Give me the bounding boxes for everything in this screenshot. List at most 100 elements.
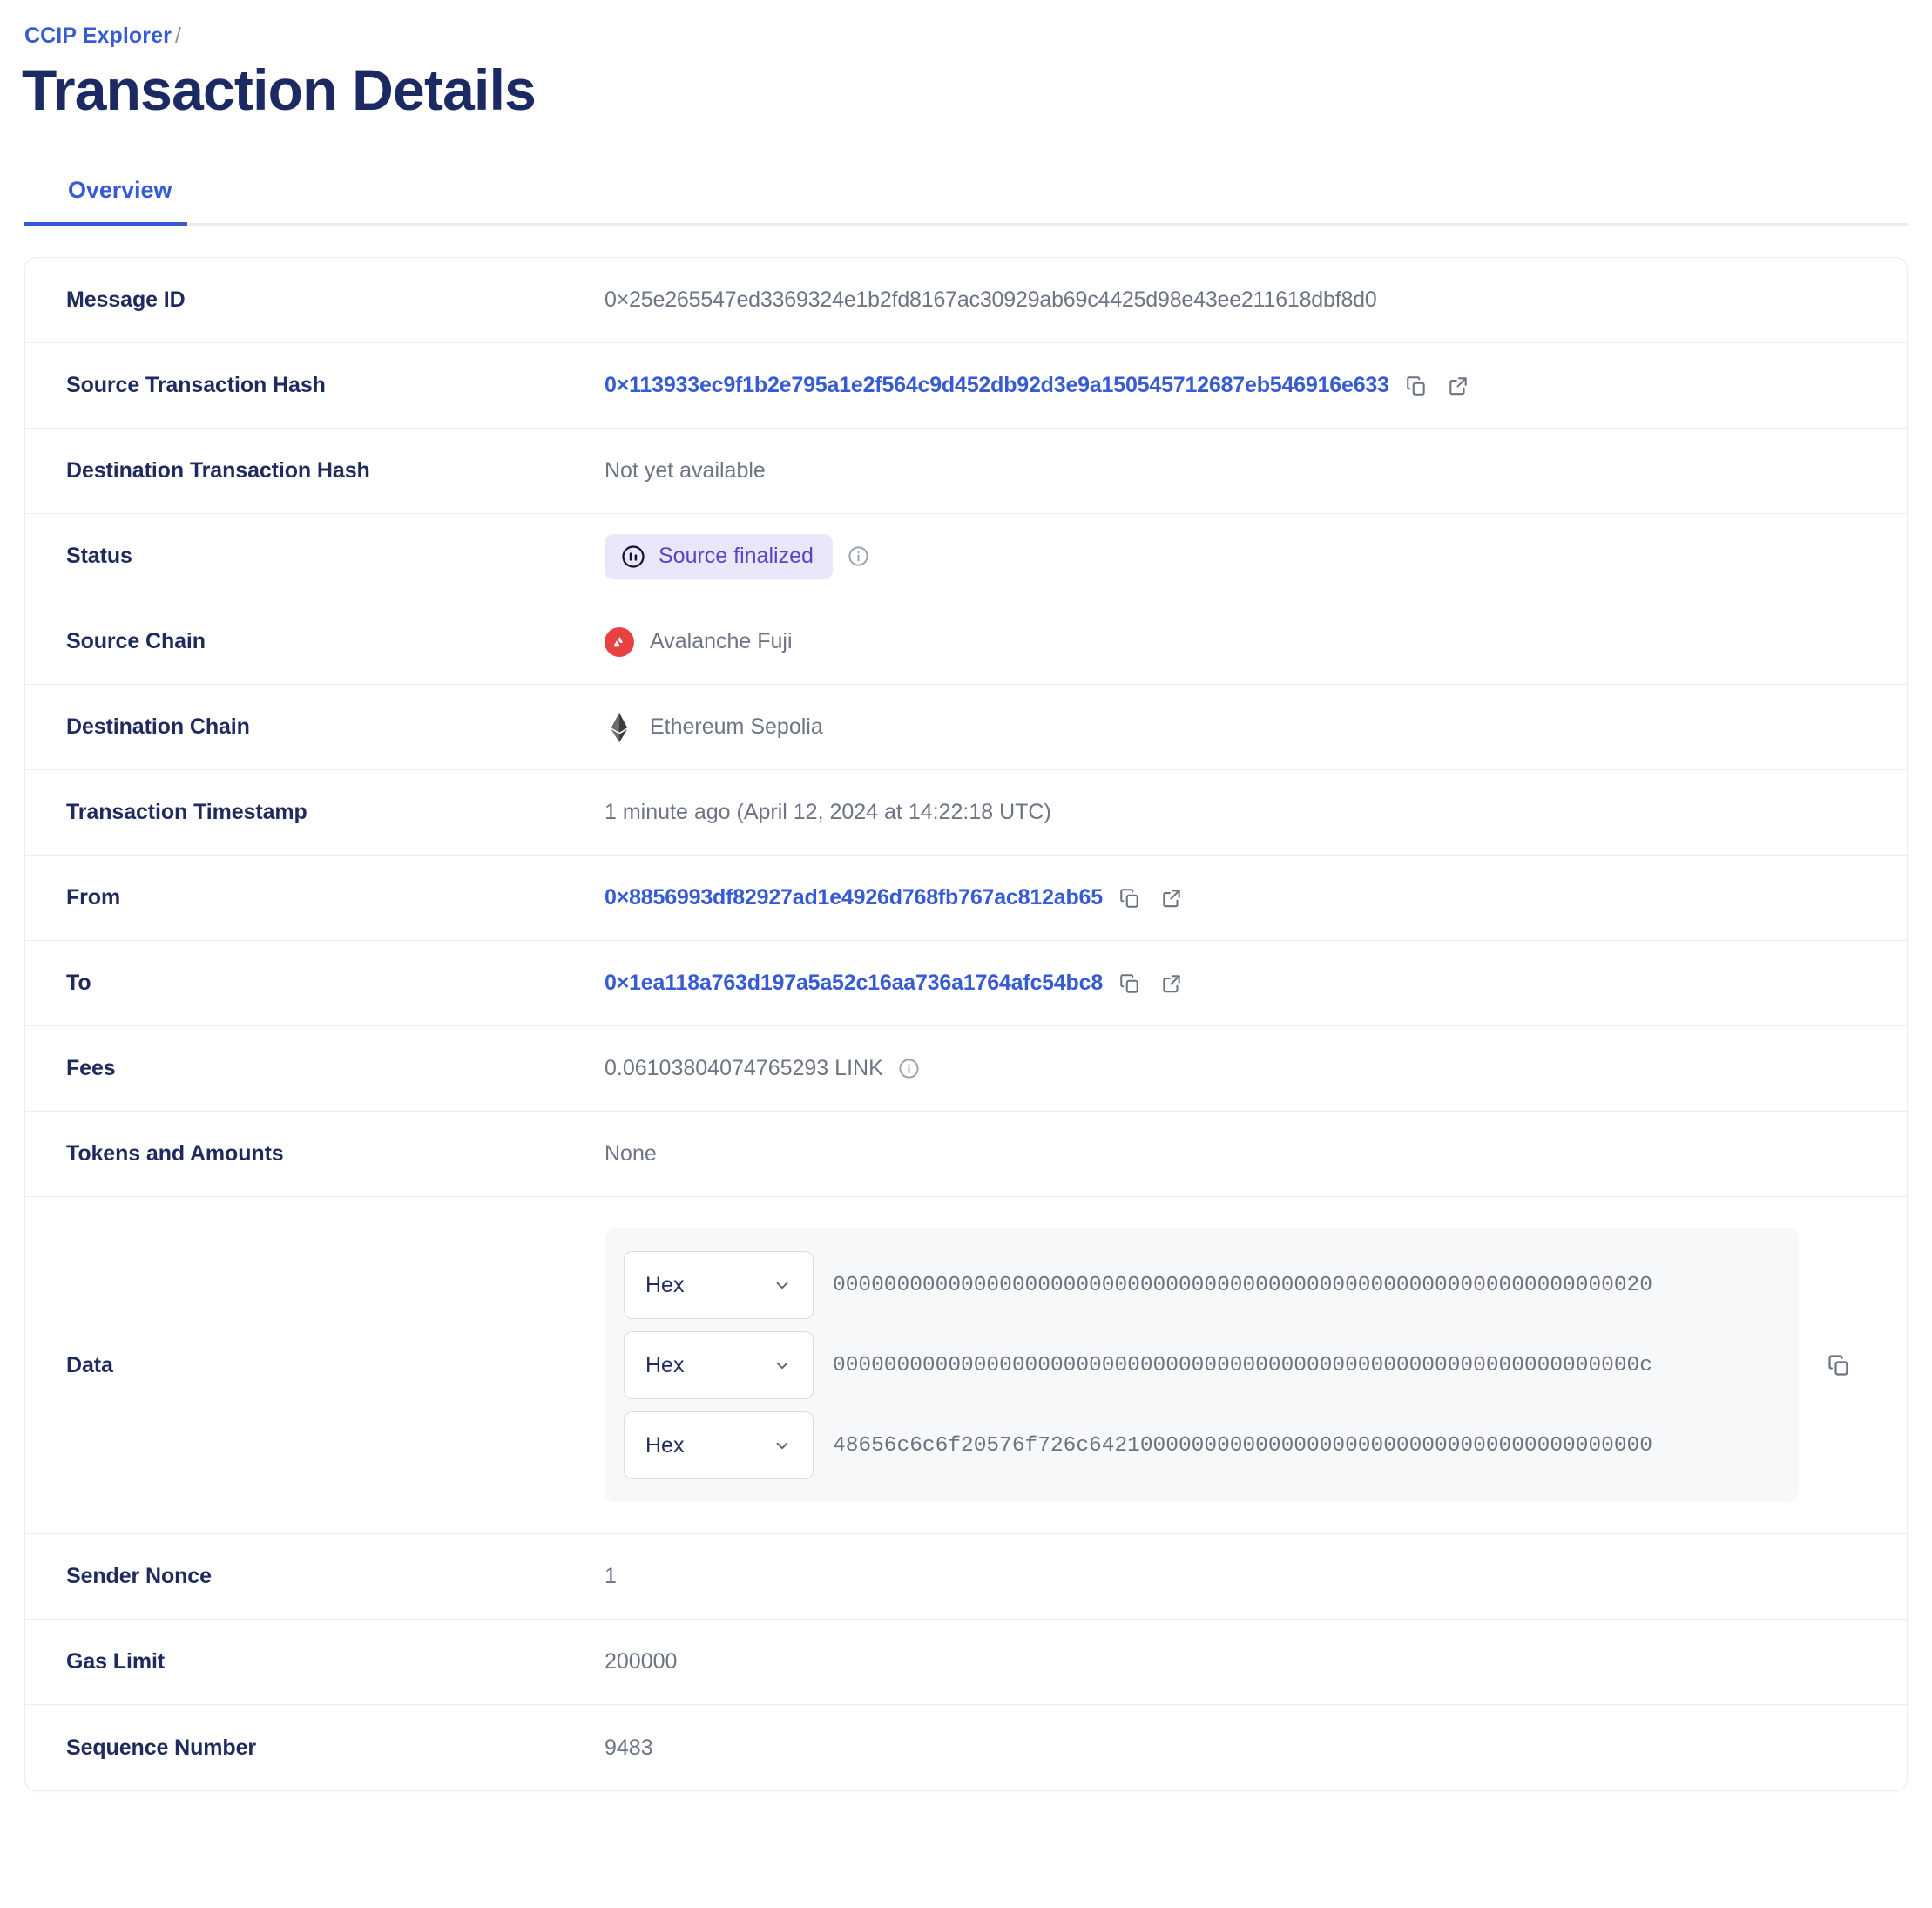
transaction-details-page: CCIP Explorer / Transaction Details Overv… [0, 0, 1932, 1792]
data-format-value: Hex [645, 1272, 685, 1297]
page-title: Transaction Details [22, 58, 537, 122]
avalanche-icon [605, 626, 634, 657]
row-fees: Fees 0.06103804074765293 LINK [25, 1026, 1907, 1113]
label-to: To [66, 971, 91, 996]
value-sequence-number-cell: 9483 [605, 1735, 1907, 1761]
row-transaction-timestamp: Transaction Timestamp 1 minute ago (Apri… [25, 770, 1907, 856]
data-hex-value: 48656c6c6f20576f726c64210000000000000000… [833, 1433, 1652, 1458]
status-badge: Source finalized [605, 533, 833, 579]
info-icon[interactable] [847, 545, 871, 569]
label-transaction-timestamp: Transaction Timestamp [66, 800, 307, 825]
value-sender-nonce: 1 [605, 1564, 617, 1589]
row-sender-nonce: Sender Nonce 1 [25, 1534, 1907, 1620]
label-message-id: Message ID [66, 288, 186, 313]
copy-icon[interactable] [1402, 371, 1431, 401]
data-panel: Hex 000000000000000000000000000000000000… [605, 1228, 1799, 1503]
link-source-transaction-hash[interactable]: 0×113933ec9f1b2e795a1e2f564c9d452db92d3e… [605, 373, 1389, 398]
value-destination-chain-cell: Ethereum Sepolia [605, 712, 1907, 742]
data-line: Hex 000000000000000000000000000000000000… [624, 1251, 1799, 1320]
value-to-cell: 0×1ea118a763d197a5a52c16aa736a1764afc54b… [605, 969, 1907, 998]
link-to-address[interactable]: 0×1ea118a763d197a5a52c16aa736a1764afc54b… [605, 971, 1103, 996]
destination-chain-label: Ethereum Sepolia [650, 714, 823, 740]
destination-chain: Ethereum Sepolia [605, 712, 823, 742]
data-line: Hex 000000000000000000000000000000000000… [624, 1331, 1799, 1400]
data-format-value: Hex [645, 1352, 685, 1377]
pause-circle-icon [620, 544, 646, 570]
copy-icon[interactable] [1115, 969, 1145, 998]
link-from-address[interactable]: 0×8856993df82927ad1e4926d768fb767ac812ab… [605, 885, 1103, 910]
row-data: Data Hex 0000000000000000000000000000000… [25, 1197, 1907, 1535]
data-format-value: Hex [645, 1432, 685, 1458]
data-line: Hex 48656c6c6f20576f726c6421000000000000… [624, 1411, 1799, 1480]
chevron-down-icon [773, 1356, 792, 1375]
row-destination-transaction-hash: Destination Transaction Hash Not yet ava… [25, 429, 1907, 515]
copy-icon[interactable] [1115, 883, 1145, 913]
value-sequence-number: 9483 [605, 1735, 653, 1760]
breadcrumb: CCIP Explorer / [0, 23, 1932, 49]
tab-bar: Overview [0, 177, 1932, 227]
label-destination-chain: Destination Chain [66, 714, 250, 740]
label-source-chain: Source Chain [66, 629, 206, 654]
breadcrumb-link-ccip-explorer[interactable]: CCIP Explorer [24, 24, 172, 48]
value-destination-transaction-hash: Not yet available [605, 458, 766, 484]
label-status: Status [66, 544, 132, 569]
row-sequence-number: Sequence Number 9483 [25, 1705, 1907, 1790]
info-icon[interactable] [897, 1057, 922, 1081]
external-link-icon[interactable] [1157, 969, 1186, 998]
value-fees: 0.06103804074765293 LINK [605, 1056, 883, 1081]
value-tokens-and-amounts: None [605, 1141, 657, 1167]
data-format-select[interactable]: Hex [624, 1251, 814, 1320]
row-gas-limit: Gas Limit 200000 [25, 1620, 1907, 1706]
value-transaction-timestamp-cell: 1 minute ago (April 12, 2024 at 14:22:18… [605, 800, 1907, 825]
copy-icon[interactable] [1821, 1353, 1856, 1377]
value-from-cell: 0×8856993df82927ad1e4926d768fb767ac812ab… [605, 883, 1907, 913]
status-wrap: Source finalized [605, 533, 871, 579]
value-gas-limit-cell: 200000 [605, 1649, 1907, 1675]
external-link-icon[interactable] [1157, 883, 1186, 913]
value-destination-transaction-hash-cell: Not yet available [605, 458, 1907, 484]
data-hex-value: 0000000000000000000000000000000000000000… [833, 1273, 1652, 1297]
data-format-select[interactable]: Hex [624, 1331, 814, 1400]
row-message-id: Message ID 0×25e265547ed3369324e1b2fd816… [25, 258, 1907, 344]
row-source-transaction-hash: Source Transaction Hash 0×113933ec9f1b2e… [25, 343, 1907, 430]
transaction-details-card: Message ID 0×25e265547ed3369324e1b2fd816… [24, 257, 1908, 1792]
row-to: To 0×1ea118a763d197a5a52c16aa736a1764afc… [25, 941, 1907, 1027]
row-status: Status Source finalized [25, 514, 1907, 600]
value-gas-limit: 200000 [605, 1649, 678, 1675]
row-from: From 0×8856993df82927ad1e4926d768fb767ac… [25, 856, 1907, 942]
value-message-id: 0×25e265547ed3369324e1b2fd8167ac30929ab6… [605, 288, 1377, 313]
external-link-icon[interactable] [1443, 371, 1473, 401]
data-hex-value: 0000000000000000000000000000000000000000… [833, 1353, 1652, 1377]
value-fees-cell: 0.06103804074765293 LINK [605, 1056, 1907, 1081]
value-source-chain-cell: Avalanche Fuji [605, 626, 1907, 657]
value-status-cell: Source finalized [605, 533, 1907, 579]
chevron-down-icon [773, 1275, 792, 1295]
value-transaction-timestamp: 1 minute ago (April 12, 2024 at 14:22:18… [605, 800, 1051, 825]
row-tokens-and-amounts: Tokens and Amounts None [25, 1112, 1907, 1198]
breadcrumb-separator: / [174, 24, 181, 48]
source-chain: Avalanche Fuji [605, 626, 793, 657]
value-data-cell: Hex 000000000000000000000000000000000000… [605, 1197, 1907, 1533]
value-message-id-cell: 0×25e265547ed3369324e1b2fd8167ac30929ab6… [605, 288, 1907, 313]
data-format-select[interactable]: Hex [624, 1411, 814, 1480]
chevron-down-icon [773, 1436, 792, 1455]
data-lines: Hex 000000000000000000000000000000000000… [624, 1251, 1799, 1480]
label-sender-nonce: Sender Nonce [66, 1564, 212, 1589]
label-destination-transaction-hash: Destination Transaction Hash [66, 458, 370, 484]
status-badge-label: Source finalized [659, 544, 814, 569]
value-source-transaction-hash-cell: 0×113933ec9f1b2e795a1e2f564c9d452db92d3e… [605, 371, 1907, 401]
source-chain-label: Avalanche Fuji [650, 629, 793, 654]
label-source-transaction-hash: Source Transaction Hash [66, 373, 326, 398]
tab-overview[interactable]: Overview [24, 177, 201, 227]
row-destination-chain: Destination Chain Ethereum Sepolia [25, 685, 1907, 771]
label-from: From [66, 885, 121, 910]
value-tokens-and-amounts-cell: None [605, 1141, 1907, 1167]
label-gas-limit: Gas Limit [66, 1649, 166, 1675]
label-sequence-number: Sequence Number [66, 1735, 257, 1760]
label-fees: Fees [66, 1056, 116, 1081]
tabs-strip: Overview [24, 177, 1908, 227]
row-source-chain: Source Chain Avalanche Fuji [25, 599, 1907, 686]
ethereum-icon [605, 712, 634, 742]
label-data: Data [66, 1352, 113, 1377]
label-tokens-and-amounts: Tokens and Amounts [66, 1141, 284, 1167]
